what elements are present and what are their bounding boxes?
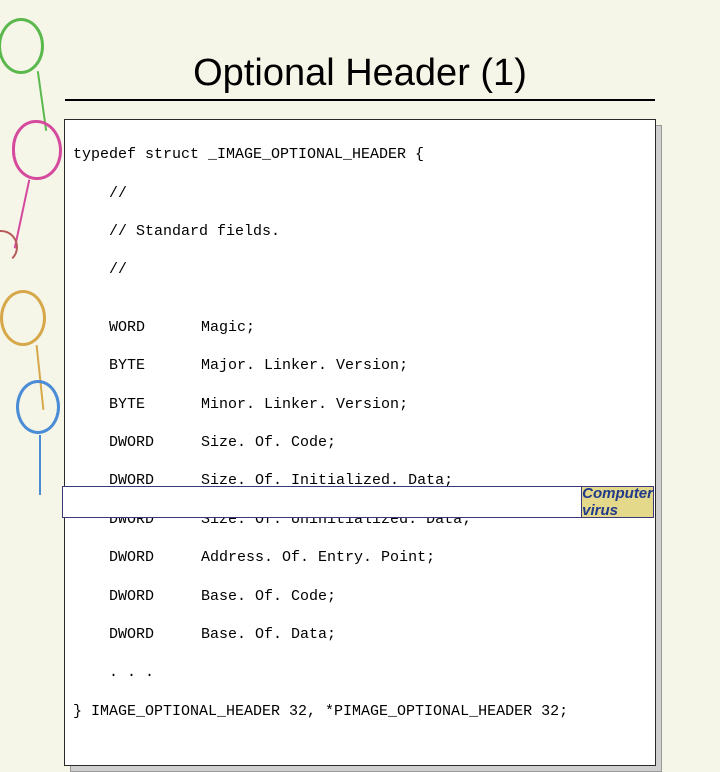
field-name: Base. Of. Data; (201, 626, 336, 643)
title-underline (65, 99, 655, 101)
field-name: Base. Of. Code; (201, 588, 336, 605)
code-line-comment: // (73, 260, 647, 279)
code-box: typedef struct _IMAGE_OPTIONAL_HEADER { … (64, 119, 656, 766)
page-title: Optional Header (1) (0, 0, 720, 111)
code-line-field: DWORD Base. Of. Code; (73, 587, 647, 606)
field-type: DWORD (109, 625, 183, 644)
balloon-blue-icon (16, 380, 60, 434)
balloon-pink-icon (12, 120, 62, 180)
footer-right: Computer virus (581, 486, 654, 518)
field-name: Magic; (201, 319, 255, 336)
field-name: Major. Linker. Version; (201, 357, 408, 374)
title-text: Optional Header (1) (193, 52, 527, 94)
field-type: BYTE (109, 356, 183, 375)
field-type: DWORD (109, 433, 183, 452)
field-type: WORD (109, 318, 183, 337)
footer: Computer virus (62, 486, 654, 518)
field-type: DWORD (109, 548, 183, 567)
field-type: DWORD (109, 587, 183, 606)
footer-label: Computer virus (582, 485, 653, 519)
field-name: Minor. Linker. Version; (201, 396, 408, 413)
code-line-field: DWORD Base. Of. Data; (73, 625, 647, 644)
code-line-decl: typedef struct _IMAGE_OPTIONAL_HEADER { (73, 145, 647, 164)
code-line-comment: // Standard fields. (73, 222, 647, 241)
code-content: typedef struct _IMAGE_OPTIONAL_HEADER { … (73, 126, 647, 759)
code-line-ellipsis: . . . (73, 663, 647, 682)
code-line-field: BYTE Minor. Linker. Version; (73, 395, 647, 414)
code-box-inner: typedef struct _IMAGE_OPTIONAL_HEADER { … (64, 119, 656, 766)
field-name: Size. Of. Code; (201, 434, 336, 451)
code-line-comment: // (73, 184, 647, 203)
code-line-close: } IMAGE_OPTIONAL_HEADER 32, *PIMAGE_OPTI… (73, 702, 647, 721)
code-line-field: DWORD Address. Of. Entry. Point; (73, 548, 647, 567)
code-line-field: WORD Magic; (73, 318, 647, 337)
balloon-yellow-icon (0, 290, 46, 346)
code-line-field: BYTE Major. Linker. Version; (73, 356, 647, 375)
field-type: BYTE (109, 395, 183, 414)
field-name: Address. Of. Entry. Point; (201, 549, 435, 566)
code-line-field: DWORD Size. Of. Code; (73, 433, 647, 452)
footer-left (62, 486, 581, 518)
